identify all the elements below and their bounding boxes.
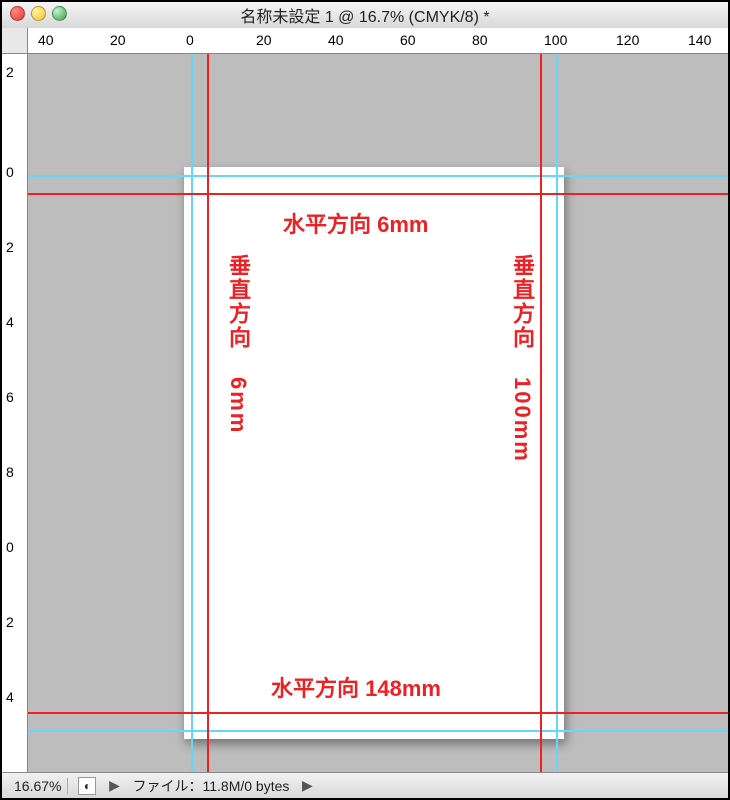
ruler-tick-label: 120 — [616, 32, 639, 48]
ruler-origin[interactable] — [2, 28, 28, 54]
ruler-tick-label: 0 — [6, 164, 14, 180]
guide-red-horizontal[interactable] — [28, 193, 728, 195]
ruler-tick-label: 6 — [6, 389, 14, 405]
ruler-tick-label: 8 — [6, 464, 14, 480]
chevron-right-icon[interactable]: ▶ — [299, 777, 315, 794]
file-info: ファイル：11.8M/0 bytes — [132, 776, 289, 796]
guide-cyan-horizontal[interactable] — [28, 730, 728, 732]
ruler-tick-label: 4 — [6, 314, 14, 330]
label-vertical-right-prefix: 垂直方向 — [510, 254, 535, 377]
minimize-icon[interactable] — [31, 6, 46, 21]
workspace: 4020020406080100120140 202468024 水平方向 6m… — [2, 28, 728, 798]
window-controls — [10, 6, 67, 21]
ruler-tick-label: 80 — [472, 32, 488, 48]
close-icon[interactable] — [10, 6, 25, 21]
zoom-icon[interactable] — [52, 6, 67, 21]
guide-cyan-horizontal[interactable] — [28, 175, 728, 177]
ruler-tick-label: 140 — [688, 32, 711, 48]
ruler-tick-label: 60 — [400, 32, 416, 48]
ruler-tick-label: 40 — [328, 32, 344, 48]
label-horizontal-bottom: 水平方向 148mm — [271, 671, 441, 703]
ruler-tick-label: 2 — [6, 64, 14, 80]
ruler-tick-label: 40 — [38, 32, 54, 48]
ruler-tick-label: 0 — [6, 539, 14, 555]
ruler-tick-label: 100 — [544, 32, 567, 48]
label-horizontal-top: 水平方向 6mm — [283, 207, 428, 239]
ruler-tick-label: 2 — [6, 614, 14, 630]
ruler-tick-label: 20 — [256, 32, 272, 48]
ruler-tick-label: 2 — [6, 239, 14, 255]
zoom-readout[interactable]: 16.67% — [8, 778, 68, 794]
ruler-tick-label: 20 — [110, 32, 126, 48]
ruler-tick-label: 4 — [6, 689, 14, 705]
ruler-horizontal[interactable]: 40 20 0 20 40 60 80 100 120 140 — [28, 28, 728, 54]
guide-cyan-vertical[interactable] — [191, 54, 193, 772]
titlebar[interactable]: 名称未設定 1 @ 16.7% (CMYK/8) * — [2, 2, 728, 28]
guide-red-vertical[interactable] — [207, 54, 209, 772]
label-vertical-left-prefix: 垂直方向 — [226, 254, 251, 377]
history-icon[interactable]: ◐ — [78, 777, 96, 795]
status-bar: 16.67% ◐ ▶ ファイル：11.8M/0 bytes ▶ — [2, 772, 728, 798]
label-vertical-right-value: 100mm — [510, 377, 535, 463]
label-vertical-left: 垂直方向 6mm — [222, 254, 254, 434]
ruler-vertical[interactable]: 2 0 2 4 6 8 0 2 4 — [2, 54, 28, 772]
label-vertical-right: 垂直方向 100mm — [506, 254, 538, 463]
chevron-right-icon[interactable]: ▶ — [106, 777, 122, 794]
guide-cyan-vertical[interactable] — [556, 54, 558, 772]
canvas[interactable]: 水平方向 6mm 水平方向 148mm 垂直方向 6mm 垂直方向 100mm — [28, 54, 728, 772]
document-window: 名称未設定 1 @ 16.7% (CMYK/8) * 4020020406080… — [0, 0, 730, 800]
ruler-tick-label: 0 — [186, 32, 194, 48]
guide-red-vertical[interactable] — [540, 54, 542, 772]
label-vertical-left-value: 6mm — [226, 377, 251, 434]
window-title: 名称未設定 1 @ 16.7% (CMYK/8) * — [240, 3, 489, 27]
guide-red-horizontal[interactable] — [28, 712, 728, 714]
